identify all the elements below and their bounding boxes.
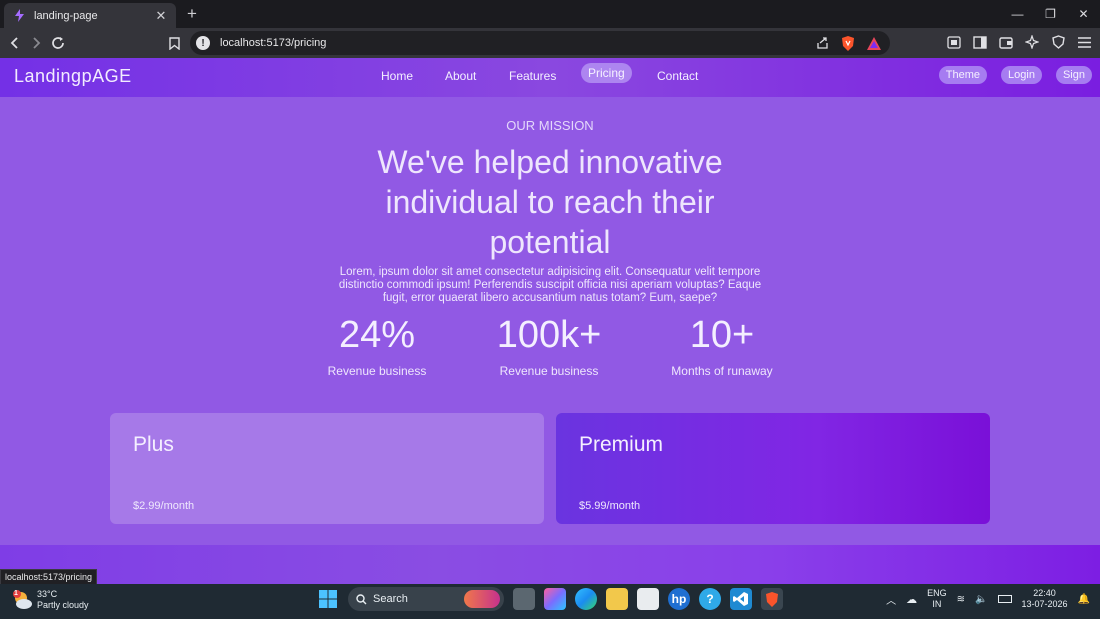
link-status-tooltip: localhost:5173/pricing (0, 569, 98, 585)
clock-time: 22:40 (1033, 588, 1056, 598)
stat-value: 100k+ (496, 314, 602, 356)
volume-icon[interactable]: 🔈 (975, 594, 987, 605)
browser-tab[interactable]: landing-page ✕ (4, 3, 176, 28)
new-tab-icon[interactable]: + (183, 4, 201, 24)
weather-temp: 33°C (37, 589, 58, 599)
address-url[interactable]: localhost:5173/pricing (220, 37, 814, 49)
vpn-shield-icon[interactable] (1050, 34, 1066, 50)
weather-widget[interactable]: 1 33°C Partly cloudy (12, 589, 89, 611)
language-bottom: IN (932, 599, 942, 609)
stat-item: 100k+ Revenue business (464, 312, 634, 378)
nav-link-features[interactable]: Features (509, 68, 556, 84)
nav-link-contact[interactable]: Contact (657, 68, 698, 84)
partly-cloudy-icon: 1 (12, 590, 32, 610)
hp-icon[interactable]: hp (668, 588, 690, 610)
share-icon[interactable] (814, 35, 830, 51)
plan-price: $2.99/month (133, 500, 195, 512)
plan-card-plus[interactable]: Plus $2.99/month (110, 413, 544, 524)
language-indicator[interactable]: ENG IN (927, 588, 947, 610)
wallet-icon[interactable] (998, 34, 1014, 50)
tab-close-icon[interactable]: ✕ (154, 8, 168, 24)
weather-badge: 1 (14, 590, 18, 597)
stat-item: 24% Revenue business (292, 312, 462, 378)
theme-button[interactable]: Theme (938, 66, 988, 84)
help-icon[interactable]: ? (699, 588, 721, 610)
nav-link-home[interactable]: Home (381, 68, 413, 84)
task-view-icon[interactable] (513, 588, 535, 610)
clock[interactable]: 22:40 13-07-2026 (1022, 588, 1068, 610)
stat-label: Revenue business (499, 364, 599, 378)
search-icon (356, 593, 367, 604)
site-navbar: LandingpAGE Home About Features Pricing … (0, 58, 1100, 97)
edge-icon[interactable] (575, 588, 597, 610)
mission-section: OUR MISSION We've helped innovative indi… (0, 97, 1100, 545)
toolbar-right (946, 34, 1092, 50)
windows-taskbar: 1 33°C Partly cloudy Search hp ? ︿ ☁ ENG… (0, 584, 1100, 619)
system-tray: ︿ ☁ ENG IN ≋ 🔈 22:40 13-07-2026 🔔 (886, 588, 1090, 610)
vite-favicon-icon (12, 9, 26, 23)
login-button[interactable]: Login (1001, 66, 1042, 84)
store-icon[interactable] (637, 588, 659, 610)
mission-description: Lorem, ipsum dolor sit amet consectetur … (338, 266, 762, 304)
stat-value: 24% (338, 314, 416, 356)
search-label: Search (373, 593, 408, 605)
wifi-icon[interactable]: ≋ (957, 594, 965, 605)
tab-title: landing-page (34, 9, 98, 22)
close-window-icon[interactable]: ✕ (1067, 0, 1100, 28)
plan-name: Premium (579, 433, 664, 456)
site-info-icon[interactable]: ! (196, 36, 210, 50)
clock-date: 13-07-2026 (1021, 599, 1068, 609)
onedrive-icon[interactable]: ☁ (906, 593, 917, 606)
forward-icon[interactable] (27, 34, 45, 52)
nav-link-about[interactable]: About (445, 68, 476, 84)
vscode-icon[interactable] (730, 588, 752, 610)
stat-item: 10+ Months of runaway (637, 312, 807, 378)
weather-info: 33°C Partly cloudy (37, 589, 89, 611)
sidebar-icon[interactable] (972, 34, 988, 50)
language-top: ENG (927, 588, 947, 598)
plan-card-premium[interactable]: Premium $5.99/month (556, 413, 990, 524)
address-bar[interactable]: ! localhost:5173/pricing (190, 31, 890, 55)
brave-rewards-icon[interactable] (866, 35, 882, 51)
mission-headline: We've helped innovative individual to re… (377, 144, 723, 260)
browser-toolbar: ! localhost:5173/pricing (0, 28, 1100, 58)
nav-link-pricing[interactable]: Pricing (581, 63, 632, 83)
file-explorer-icon[interactable] (606, 588, 628, 610)
mission-eyebrow: OUR MISSION (506, 118, 594, 133)
copilot-icon[interactable] (544, 588, 566, 610)
tray-chevron-up-icon[interactable]: ︿ (886, 592, 896, 607)
stat-label: Months of runaway (671, 364, 773, 378)
stat-label: Revenue business (327, 364, 427, 378)
leo-ai-icon[interactable] (1024, 34, 1040, 50)
menu-icon[interactable] (1076, 34, 1092, 50)
reader-mode-icon[interactable] (946, 34, 962, 50)
stat-value: 10+ (689, 314, 755, 356)
nav-links: Home About Features Pricing Contact (0, 58, 1100, 97)
window-controls: — ❐ ✕ (1001, 0, 1100, 28)
battery-icon[interactable] (997, 595, 1012, 603)
landing-page: LandingpAGE Home About Features Pricing … (0, 58, 1100, 584)
windows-start-icon[interactable] (317, 588, 339, 610)
reload-icon[interactable] (49, 34, 67, 52)
plan-name: Plus (133, 433, 174, 456)
back-icon[interactable] (6, 34, 24, 52)
notification-bell-icon[interactable]: 🔔 (1078, 594, 1090, 605)
plan-price: $5.99/month (579, 500, 641, 512)
search-highlight-icon (464, 590, 500, 608)
minimize-icon[interactable]: — (1001, 0, 1034, 28)
nav-actions: Theme Login Sign (938, 66, 1092, 84)
browser-tab-strip: landing-page ✕ + — ❐ ✕ (0, 0, 1100, 28)
address-actions (814, 35, 882, 51)
brave-browser-icon[interactable] (761, 588, 783, 610)
taskbar-apps: Search hp ? (317, 587, 783, 611)
restore-icon[interactable]: ❐ (1034, 0, 1067, 28)
sign-button[interactable]: Sign (1055, 66, 1092, 84)
taskbar-search[interactable]: Search (348, 587, 504, 611)
brave-shield-icon[interactable] (840, 35, 856, 51)
bookmark-icon[interactable] (165, 34, 183, 52)
weather-desc: Partly cloudy (37, 600, 89, 610)
